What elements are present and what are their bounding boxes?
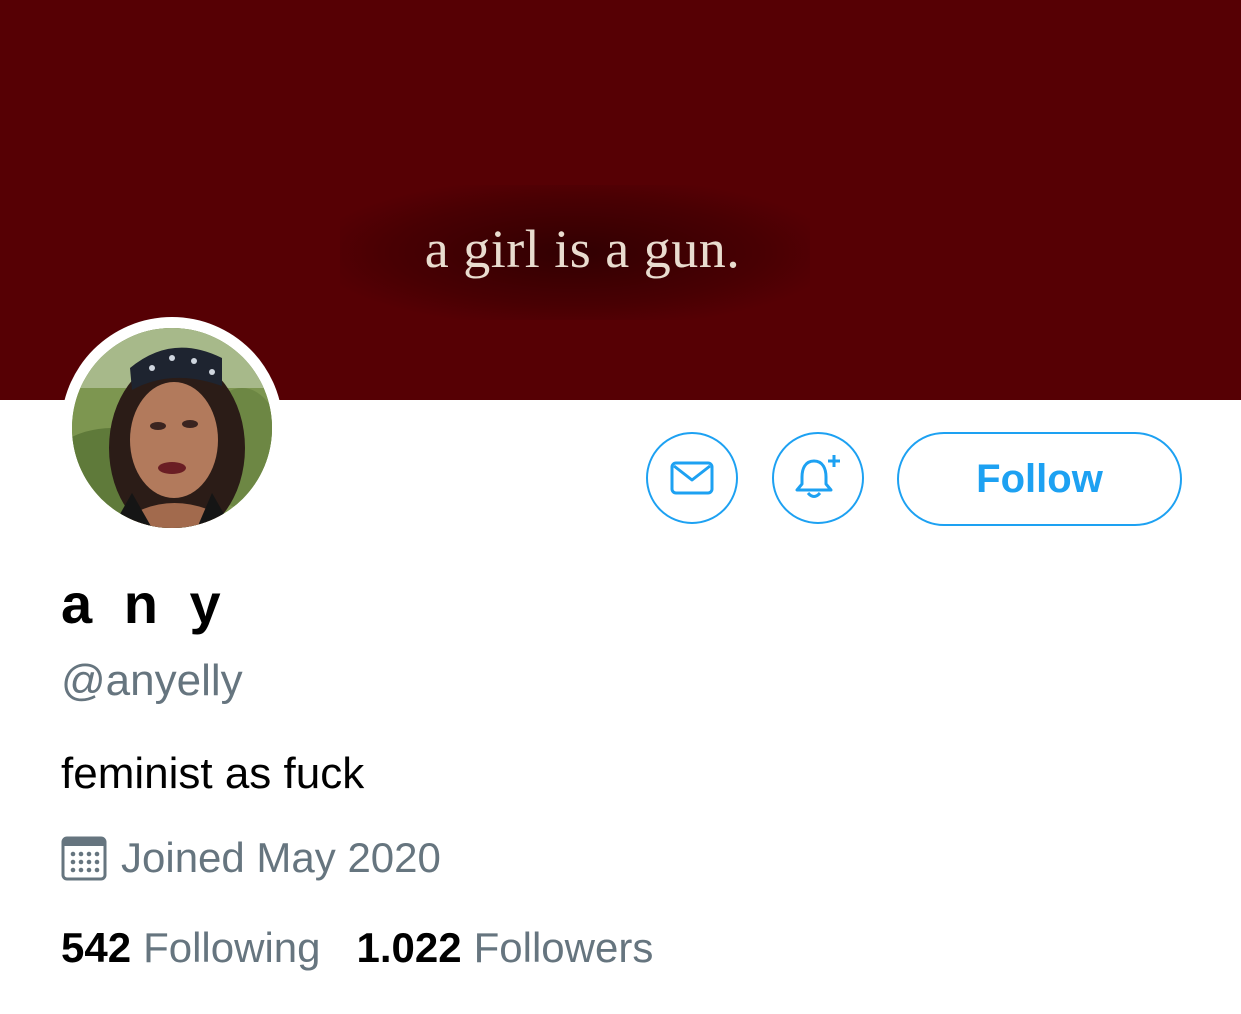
username-handle: @anyelly (61, 656, 243, 705)
followers-label: Followers (473, 924, 654, 971)
followers-stat[interactable]: 1.022 Followers (357, 924, 654, 972)
banner-text: a girl is a gun. (424, 219, 741, 279)
joined-text: Joined May 2020 (121, 834, 441, 881)
display-name: a n y (61, 572, 229, 635)
joined-date: Joined May 2020 (61, 834, 441, 882)
message-button[interactable] (646, 432, 738, 524)
following-stat[interactable]: 542 Following (61, 924, 321, 972)
notifications-button[interactable] (772, 432, 864, 524)
avatar-photo (72, 328, 272, 528)
calendar-icon (61, 836, 107, 881)
bell-plus-icon (795, 455, 840, 498)
envelope-icon (670, 461, 714, 495)
profile-bio: feminist as fuck (61, 749, 365, 798)
profile-stats: 542 Following 1.022 Followers (61, 924, 653, 972)
avatar[interactable] (72, 328, 272, 528)
following-label: Following (143, 924, 321, 971)
follow-button[interactable]: Follow (897, 432, 1182, 526)
followers-count: 1.022 (356, 924, 462, 971)
following-count: 542 (61, 924, 132, 971)
profile-page: a girl is a gun. Follow a n y @anyelly f… (0, 0, 1241, 1014)
